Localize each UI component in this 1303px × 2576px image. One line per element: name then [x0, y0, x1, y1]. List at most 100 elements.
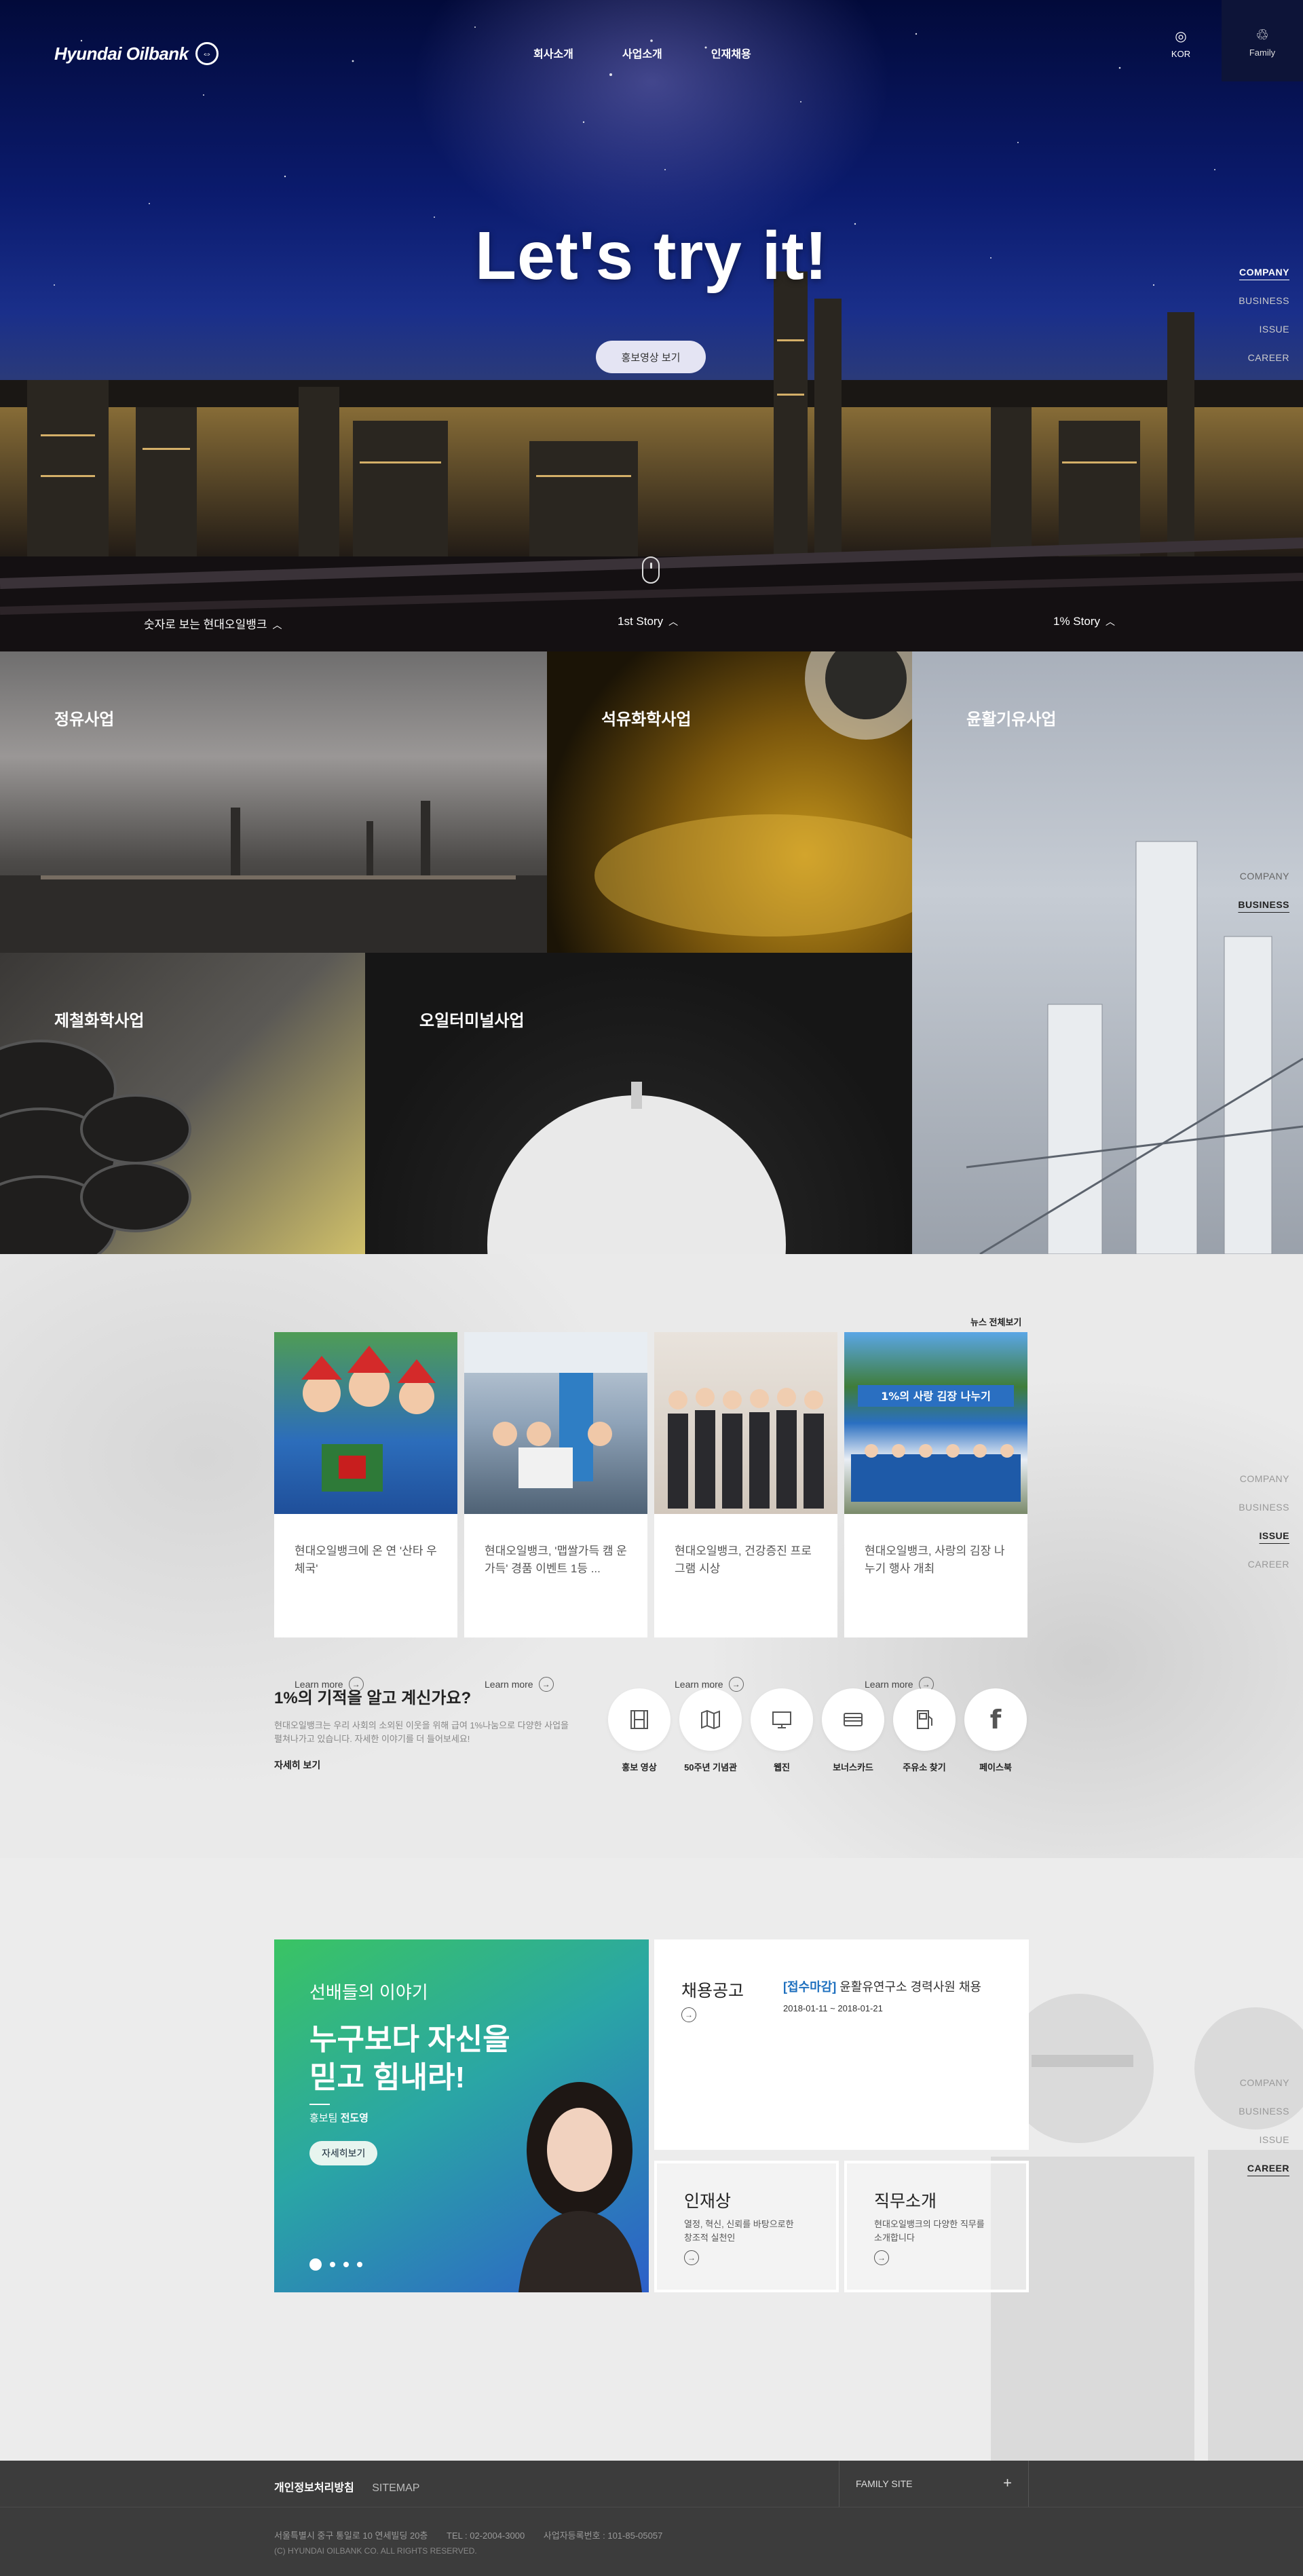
arrow-right-icon: →	[874, 2250, 889, 2265]
plus-icon: +	[1003, 2474, 1012, 2491]
nav-business[interactable]: 사업소개	[622, 45, 662, 61]
quick-link-video[interactable]: 홍보 영상	[608, 1688, 671, 1773]
story-first[interactable]: 1st Story ︿	[618, 615, 678, 628]
copyright: (C) HYUNDAI OILBANK CO. ALL RIGHTS RESER…	[274, 2546, 477, 2556]
story-numbers[interactable]: 숫자로 보는 현대오일뱅크 ︿	[144, 615, 282, 632]
hero-section: Hyundai Oilbank ⇔ 회사소개 사업소개 인재채용 ◎ KOR ♲…	[0, 0, 1303, 651]
business-tile-oil-terminal[interactable]: 오일터미널사업	[365, 953, 912, 1254]
news-card[interactable]: 1%의 사랑 김장 나누기 현대오일뱅크, 사랑의 김장 나누기 행사 개최 L…	[844, 1332, 1027, 1692]
film-icon	[608, 1688, 671, 1751]
nav-career[interactable]: 인재채용	[711, 45, 751, 61]
family-icon: ♲	[1255, 26, 1269, 43]
lang-label: KOR	[1171, 49, 1191, 59]
side-nav-company[interactable]: COMPANY	[1228, 1464, 1303, 1493]
business-tile-petrochem[interactable]: 석유화학사업	[547, 651, 912, 953]
recruit-title: 채용공고	[681, 1982, 744, 2001]
news-photo	[464, 1332, 647, 1514]
side-nav-company[interactable]: COMPANY	[1228, 2068, 1303, 2097]
headline-line: 믿고 힘내라!	[309, 2061, 466, 2094]
slider-dot[interactable]	[330, 2262, 335, 2267]
talent-box[interactable]: 인재상 열정, 혁신, 신뢰를 바탕으로한 창조적 실천인 →	[654, 2161, 839, 2292]
logo-text: Hyundai Oilbank	[54, 43, 189, 64]
tower-photo	[966, 841, 1303, 1254]
tile-label: 정유사업	[54, 711, 115, 729]
job-intro-box[interactable]: 직무소개 현대오일뱅크의 다양한 직무를 소개합니다 →	[844, 2161, 1029, 2292]
slider-dot[interactable]	[343, 2262, 349, 2267]
slider-dot[interactable]	[357, 2262, 362, 2267]
company-info: 서울특별시 중구 통일로 10 연세빌딩 20층 TEL : 02-2004-3…	[274, 2528, 679, 2541]
family-menu-button[interactable]: ♲ Family	[1222, 0, 1303, 81]
side-nav-issue: COMPANY BUSINESS ISSUE CAREER	[1228, 1464, 1303, 1578]
senior-story-detail-button[interactable]: 자세히보기	[309, 2141, 378, 2165]
promo-desc: 현대오일뱅크는 우리 사회의 소외된 이웃을 위해 급여 1%나눔으로 다양한 …	[274, 1720, 569, 1744]
story-label: 1% Story	[1053, 615, 1100, 628]
news-card[interactable]: 현대오일뱅크, '맵쌀가득 캠 운가득' 경품 이벤트 1등 ... Learn…	[464, 1332, 647, 1692]
side-nav-issue[interactable]: ISSUE	[1228, 315, 1303, 343]
news-photo: 1%의 사랑 김장 나누기	[844, 1332, 1027, 1514]
promo-heading: 1%의 기적을 알고 계신가요?	[274, 1689, 472, 1707]
promo-video-button[interactable]: 홍보영상 보기	[596, 341, 706, 373]
sitemap-link[interactable]: SITEMAP	[372, 2482, 419, 2494]
fuel-icon	[893, 1688, 956, 1751]
hero-title: Let's try it!	[474, 218, 829, 294]
news-photo	[654, 1332, 837, 1514]
promo-more-link[interactable]: 자세히 보기	[274, 1758, 573, 1772]
person-name: 전도영	[340, 2113, 369, 2124]
business-tile-steel-chem[interactable]: 제철화학사업	[0, 953, 365, 1254]
family-site-select[interactable]: + FAMILY SITE	[839, 2461, 1029, 2507]
chevron-up-icon: ︿	[1105, 616, 1115, 627]
side-nav-company[interactable]: COMPANY	[1228, 258, 1303, 286]
senior-person: 홍보팀 전도영	[309, 2110, 369, 2125]
business-tile-refining[interactable]: 정유사업	[0, 651, 547, 953]
news-all-link[interactable]: 뉴스 전체보기	[970, 1315, 1021, 1328]
quick-link-webzine[interactable]: 웹진	[751, 1688, 813, 1773]
news-card[interactable]: 현대오일뱅크, 건강증진 프로그램 시상 Learn more →	[654, 1332, 837, 1692]
side-nav-issue[interactable]: ISSUE	[1228, 2125, 1303, 2154]
side-nav-company[interactable]: COMPANY	[1228, 862, 1303, 890]
side-nav-issue[interactable]: ISSUE	[1228, 1521, 1303, 1550]
recruit-notice-box[interactable]: 채용공고 → [접수마감] 윤활유연구소 경력사원 채용 2018-01-11 …	[654, 1939, 1029, 2150]
quick-link-label: 웹진	[774, 1762, 790, 1773]
chevron-up-icon: ︿	[272, 620, 282, 630]
chevron-up-icon: ︿	[668, 616, 679, 627]
quick-link-bonus-card[interactable]: 보너스카드	[822, 1688, 884, 1773]
card-icon	[822, 1688, 884, 1751]
family-site-label: FAMILY SITE	[856, 2478, 913, 2489]
job-title: 직무소개	[874, 2192, 937, 2211]
language-selector[interactable]: ◎ KOR	[1165, 29, 1197, 59]
tile-label: 오일터미널사업	[419, 1012, 525, 1030]
quick-link-label: 홍보 영상	[622, 1762, 657, 1773]
slider-dot-active[interactable]	[309, 2258, 322, 2271]
gas-sphere-photo	[487, 1082, 786, 1254]
side-nav-business[interactable]: BUSINESS	[1228, 890, 1303, 919]
privacy-link[interactable]: 개인정보처리방침	[274, 2482, 354, 2494]
quick-link-label: 50주년 기념관	[684, 1762, 737, 1773]
quick-link-anniversary[interactable]: 50주년 기념관	[679, 1688, 742, 1773]
telephone: TEL : 02-2004-3000	[447, 2531, 525, 2541]
refinery-photo	[0, 801, 547, 953]
side-nav-business[interactable]: BUSINESS	[1228, 2097, 1303, 2125]
quick-link-station-finder[interactable]: 주유소 찾기	[893, 1688, 956, 1773]
quick-link-facebook[interactable]: f 페이스북	[964, 1688, 1027, 1773]
story-one-percent[interactable]: 1% Story ︿	[1053, 615, 1115, 628]
business-tile-lube-base[interactable]: 윤활기유사업	[912, 651, 1303, 1254]
refinery-silhouette	[0, 271, 1303, 651]
side-nav-career[interactable]: CAREER	[1228, 1550, 1303, 1578]
news-card[interactable]: 현대오일뱅크에 온 연 '산타 우체국' Learn more →	[274, 1332, 457, 1692]
senior-story-kicker: 선배들의 이야기	[309, 1982, 428, 2003]
news-photo	[274, 1332, 457, 1514]
tile-label: 석유화학사업	[601, 711, 692, 729]
main-nav: 회사소개 사업소개 인재채용	[533, 45, 751, 61]
side-nav-career[interactable]: CAREER	[1228, 343, 1303, 372]
globe-icon: ◎	[1175, 29, 1187, 44]
nav-company[interactable]: 회사소개	[533, 45, 573, 61]
news-title: 현대오일뱅크에 온 연 '산타 우체국'	[295, 1545, 437, 1575]
site-footer: 개인정보처리방침 SITEMAP + FAMILY SITE 서울특별시 중구 …	[0, 2461, 1303, 2576]
side-nav-business[interactable]: BUSINESS	[1228, 1493, 1303, 1521]
oil-drop-photo	[594, 651, 912, 936]
site-logo[interactable]: Hyundai Oilbank ⇔	[54, 42, 219, 65]
side-nav-business[interactable]: BUSINESS	[1228, 286, 1303, 315]
senior-portrait	[518, 2082, 642, 2292]
side-nav-career[interactable]: CAREER	[1228, 2154, 1303, 2182]
divider	[309, 2104, 330, 2105]
